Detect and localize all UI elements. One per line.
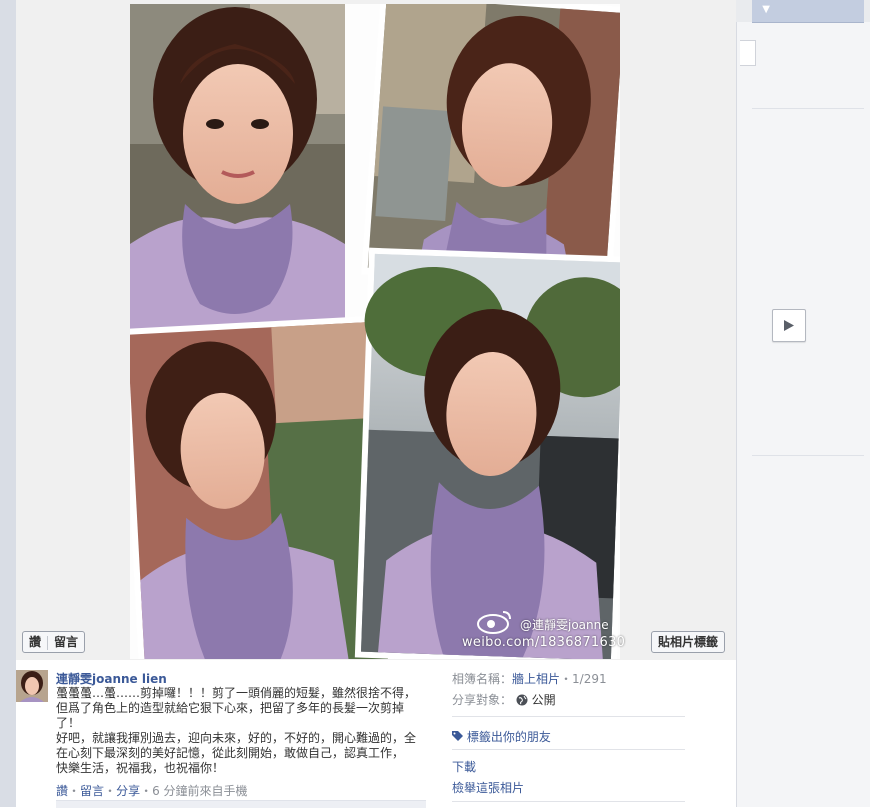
post-actions: 讚・留言・分享・6 分鐘前來自手機 <box>56 782 248 799</box>
tag-icon <box>452 731 463 741</box>
play-next-icon <box>784 320 794 331</box>
photo-collage <box>130 4 620 659</box>
watermark-handle: @連靜雯joanne <box>520 618 609 632</box>
weibo-logo-icon <box>477 611 511 634</box>
comment-button[interactable]: 留言 <box>48 632 84 652</box>
report-photo-link[interactable]: 檢舉這張相片 <box>452 779 524 796</box>
download-link[interactable]: 下載 <box>452 758 476 775</box>
author-name-link[interactable]: 連靜雯joanne lien <box>56 670 167 687</box>
separator: ・ <box>560 672 573 686</box>
share-info: 分享對象： 公開 <box>452 691 556 708</box>
tag-friends-link[interactable]: 標籤出你的朋友 <box>452 728 551 745</box>
album-position: 1/291 <box>572 672 607 686</box>
album-label: 相簿名稱： <box>452 672 513 686</box>
collage-photo-2 <box>361 4 620 292</box>
collage-image <box>130 4 620 659</box>
tag-photo-button[interactable]: 貼相片標籤 <box>651 631 726 653</box>
caption-paragraph: 好吧，就讓我揮別過去，迎向未來，好的，不好的，開心難過的，全在心刻下最深刻的美好… <box>56 731 416 776</box>
globe-icon <box>516 694 528 706</box>
avatar[interactable] <box>16 670 48 702</box>
comment-link[interactable]: 留言 <box>80 784 104 798</box>
top-right-dropdown-bar[interactable]: ▼ <box>752 0 864 23</box>
divider <box>752 455 864 456</box>
left-edge-shadow <box>0 0 16 807</box>
like-button[interactable]: 讚 <box>23 632 47 652</box>
like-link[interactable]: 讚 <box>56 784 68 798</box>
collage-photo-4 <box>354 247 620 659</box>
separator: ・ <box>104 784 117 798</box>
post-timestamp: 6 分鐘前來自手機 <box>152 784 248 798</box>
share-link[interactable]: 分享 <box>116 784 140 798</box>
collage-photo-1 <box>130 4 345 334</box>
album-info: 相簿名稱：牆上相片・1/291 <box>452 670 607 687</box>
album-link[interactable]: 牆上相片 <box>512 672 560 686</box>
tag-friends-label: 標籤出你的朋友 <box>466 730 551 744</box>
chevron-down-icon: ▼ <box>762 4 770 15</box>
next-photo-button[interactable] <box>772 309 806 342</box>
author-avatar-image <box>16 670 48 702</box>
separator: ・ <box>140 784 153 798</box>
divider <box>752 108 864 109</box>
collage-photo-3 <box>130 315 395 659</box>
separator: ・ <box>68 784 81 798</box>
like-comment-pill: 讚留言 <box>22 631 86 653</box>
divider <box>452 801 685 802</box>
caption-paragraph: 蠆蠆蠆…蠆……剪掉囉！！！剪了一頭俏麗的短髮，雖然很捨不得，但爲了角色上的造型就… <box>56 686 417 730</box>
privacy-value[interactable]: 公開 <box>532 693 556 707</box>
post-caption: 蠆蠆蠆…蠆……剪掉囉！！！剪了一頭俏麗的短髮，雖然很捨不得，但爲了角色上的造型就… <box>56 686 416 776</box>
divider <box>452 716 685 717</box>
caption-text: 刻下最深刻的美好記憶，從此刻開始， <box>80 746 285 760</box>
share-label: 分享對象： <box>452 693 513 707</box>
right-side-panel <box>736 22 870 807</box>
watermark-url: weibo.com/1836871630 <box>462 635 626 650</box>
divider <box>452 749 685 750</box>
right-panel-frame <box>740 40 756 66</box>
